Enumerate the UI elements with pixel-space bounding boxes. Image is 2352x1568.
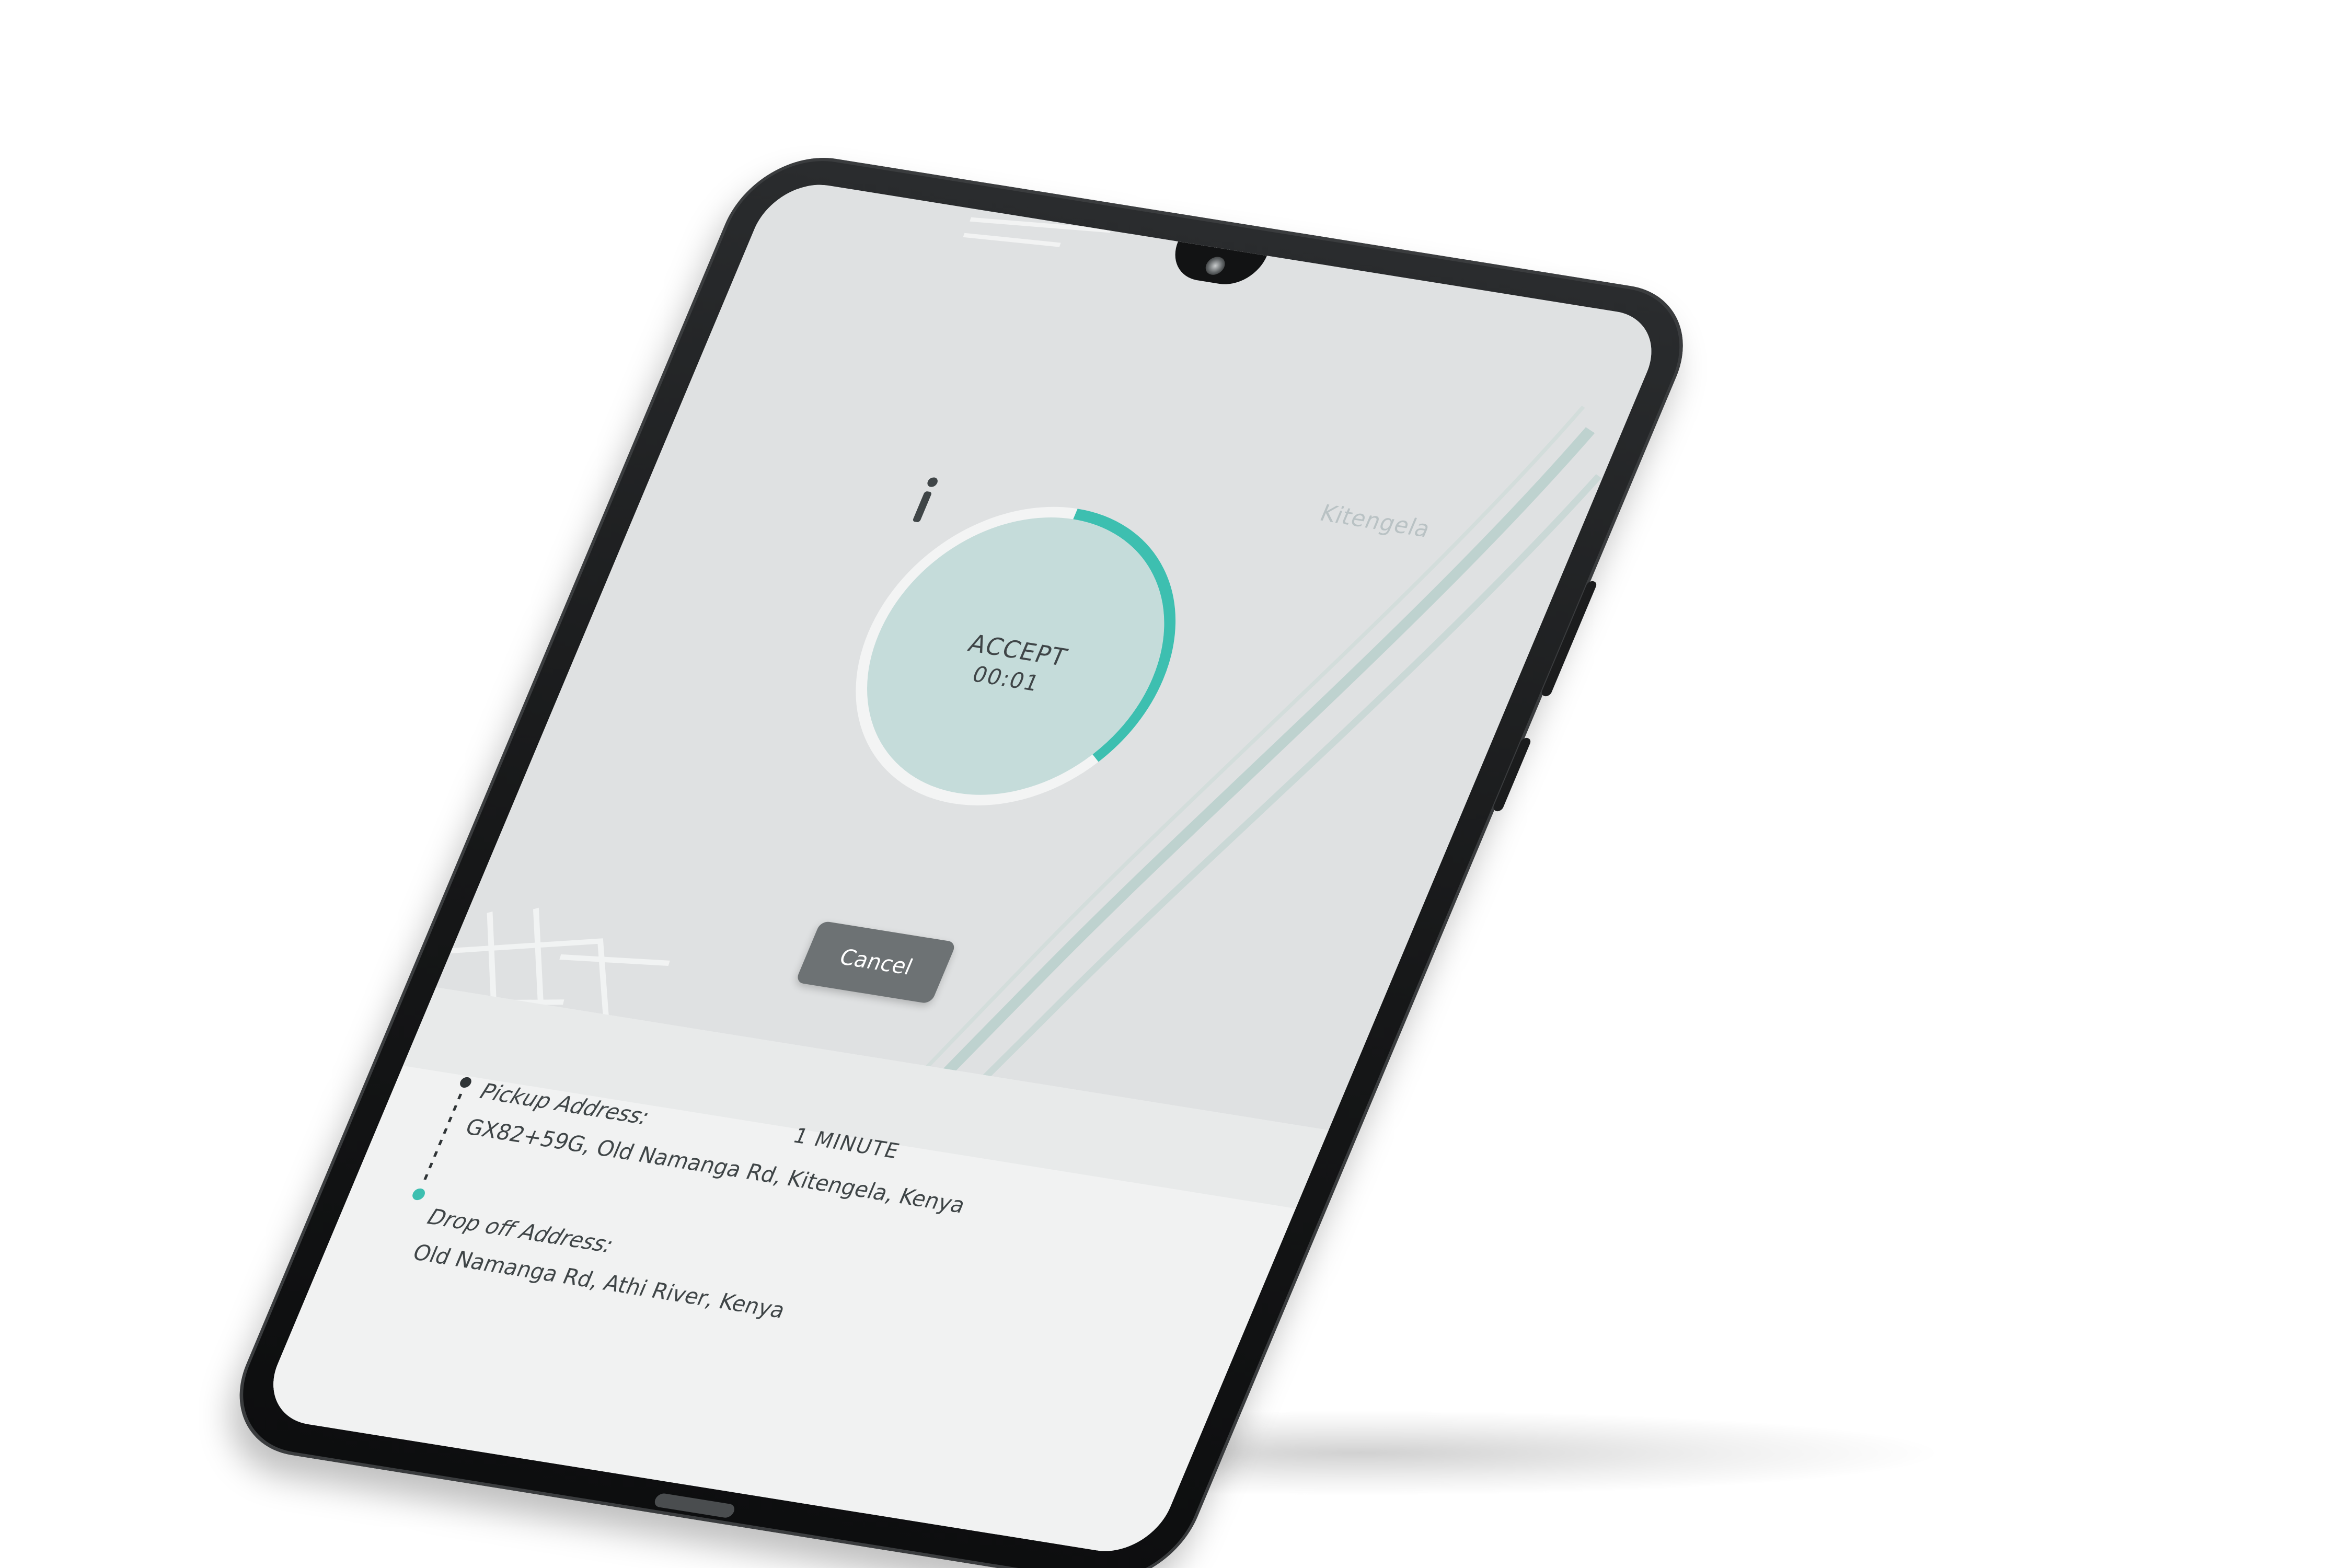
mockup-stage: Kitengela ACCEPT 00:01 Cancel 1 MINUTE P… [0,0,2352,1568]
front-camera-icon [1203,255,1228,276]
app-screen: Kitengela ACCEPT 00:01 Cancel 1 MINUTE P… [256,177,1669,1559]
charging-port [652,1492,737,1519]
phone-device: Kitengela ACCEPT 00:01 Cancel 1 MINUTE P… [213,146,1710,1568]
dark-dot-icon [460,1077,471,1088]
power-button [1492,737,1532,812]
teal-dot-icon [412,1188,425,1201]
dropoff-address: Drop off Address: Old Namanga Rd, Athi R… [409,1205,804,1323]
